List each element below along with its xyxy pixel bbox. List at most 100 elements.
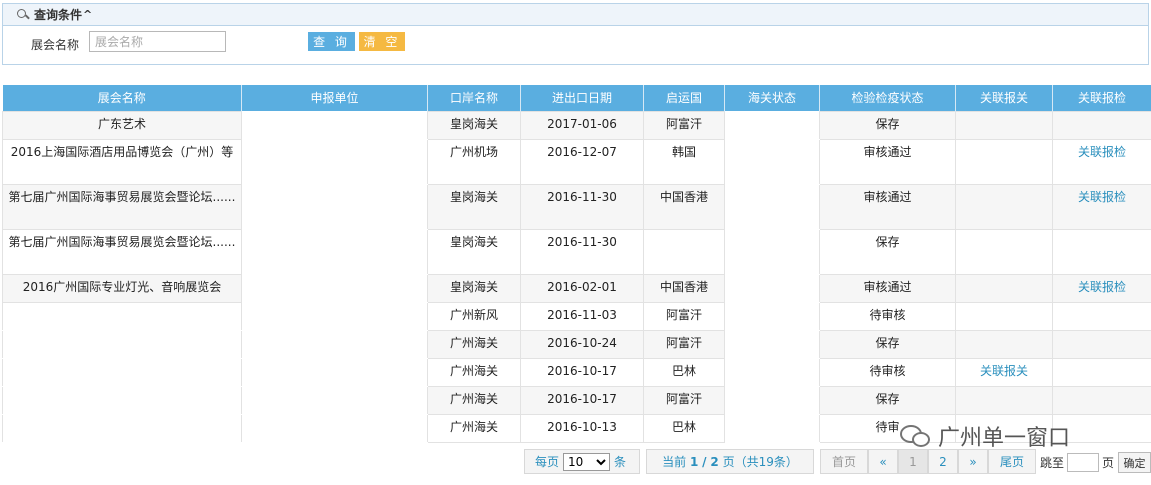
confirm-jump-button[interactable]: 确定 [1118,452,1151,473]
page-separator: / [702,454,707,469]
cell-country: 中国香港 [643,273,725,303]
page-1-button[interactable]: 1 [898,449,928,474]
wechat-icon [900,423,934,449]
cell-port: 广州海关 [427,329,521,359]
cell-declaring-unit [241,273,428,303]
current-page: 1 [689,454,699,469]
prev-page-button[interactable]: « [868,449,898,474]
cell-link-customs[interactable] [955,110,1053,140]
cell-date: 2016-11-30 [520,228,644,275]
column-header[interactable]: 进出口日期 [520,85,644,111]
cell-country: 阿富汗 [643,110,725,140]
table-row[interactable]: 第七届广州国际海事贸易展览会暨论坛...... 皇岗海关 2016-11-30 … [2,228,1151,275]
column-header[interactable]: 展会名称 [2,85,242,111]
cell-inspection-status: 审核通过 [819,273,956,303]
cell-exhibition-name: 第七届广州国际海事贸易展览会暨论坛...... [2,183,242,230]
cell-date: 2016-10-24 [520,329,644,359]
cell-link-inspection[interactable] [1052,301,1151,331]
page-2-button[interactable]: 2 [928,449,958,474]
next-page-button[interactable]: » [958,449,988,474]
cell-link-customs[interactable] [955,301,1053,331]
column-header[interactable]: 关联报检 [1052,85,1151,111]
cell-declaring-unit [241,413,428,443]
cell-link-inspection[interactable] [1052,228,1151,275]
cell-exhibition-name [2,385,242,415]
exhibition-name-label: 展会名称 [31,38,80,52]
cell-port: 广州机场 [427,138,521,185]
column-header[interactable]: 申报单位 [241,85,428,111]
table-row[interactable]: 广州海关 2016-10-17 巴林 待审核 关联报关 [2,357,1151,387]
cell-exhibition-name [2,301,242,331]
cell-port: 广州新风 [427,301,521,331]
clear-button[interactable]: 清 空 [359,32,405,51]
cell-link-inspection[interactable]: 关联报检 [1052,273,1151,303]
cell-country: 阿富汗 [643,329,725,359]
chevron-up-icon[interactable]: ^ [83,8,92,21]
cell-link-customs[interactable] [955,385,1053,415]
cell-exhibition-name [2,357,242,387]
cell-port: 广州海关 [427,413,521,443]
cell-customs-status [724,110,820,140]
table-header-row: 展会名称 申报单位 口岸名称 进出口日期 启运国 海关状态 检验检疫状态 关联报… [2,85,1151,111]
cell-exhibition-name: 第七届广州国际海事贸易展览会暨论坛...... [2,228,242,275]
cell-customs-status [724,385,820,415]
cell-link-inspection[interactable]: 关联报检 [1052,138,1151,185]
page-info: 当前 1 / 2 页 （共19条） [646,449,814,474]
cell-inspection-status: 保存 [819,110,956,140]
cell-link-customs[interactable] [955,273,1053,303]
query-header[interactable]: 查询条件 ^ [3,4,1148,26]
exhibition-name-input[interactable] [89,31,226,52]
table-row[interactable]: 广州海关 2016-10-17 阿富汗 保存 [2,385,1151,415]
cell-declaring-unit [241,183,428,230]
table-row[interactable]: 广州新风 2016-11-03 阿富汗 待审核 [2,301,1151,331]
cell-inspection-status: 审核通过 [819,183,956,230]
cell-inspection-status: 保存 [819,385,956,415]
cell-exhibition-name: 2016广州国际专业灯光、音响展览会 [2,273,242,303]
table-row[interactable]: 广州海关 2016-10-24 阿富汗 保存 [2,329,1151,359]
cell-customs-status [724,273,820,303]
cell-link-customs[interactable] [955,329,1053,359]
last-page-button[interactable]: 尾页 [988,449,1036,474]
column-header[interactable]: 关联报关 [955,85,1053,111]
cell-link-inspection[interactable] [1052,357,1151,387]
cell-port: 广州海关 [427,357,521,387]
cell-link-customs[interactable] [955,138,1053,185]
table-row[interactable]: 2016上海国际酒店用品博览会（广州）等 广州机场 2016-12-07 韩国 … [2,138,1151,185]
cell-date: 2016-02-01 [520,273,644,303]
jump-prefix: 跳至 [1040,456,1065,470]
column-header[interactable]: 口岸名称 [427,85,521,111]
cell-link-inspection[interactable]: 关联报检 [1052,183,1151,230]
cell-port: 广州海关 [427,385,521,415]
table-row[interactable]: 第七届广州国际海事贸易展览会暨论坛...... 皇岗海关 2016-11-30 … [2,183,1151,230]
cell-link-inspection[interactable] [1052,385,1151,415]
page-size-select[interactable]: 10 [563,452,611,471]
cell-port: 皇岗海关 [427,110,521,140]
cell-link-customs[interactable] [955,228,1053,275]
cell-customs-status [724,228,820,275]
cell-date: 2016-12-07 [520,138,644,185]
cell-date: 2016-11-30 [520,183,644,230]
page-word: 页 [722,455,735,469]
column-header[interactable]: 海关状态 [724,85,820,111]
first-page-button[interactable]: 首页 [820,449,868,474]
cell-link-customs[interactable] [955,183,1053,230]
cell-customs-status [724,413,820,443]
cell-customs-status [724,329,820,359]
cell-declaring-unit [241,385,428,415]
watermark: 广州单一窗口 [900,420,1070,452]
search-button[interactable]: 查 询 [308,32,355,51]
page-size-control: 每页 10 条 [524,449,640,474]
column-header[interactable]: 检验检疫状态 [819,85,956,111]
jump-page-input[interactable] [1067,453,1099,472]
cell-date: 2016-10-17 [520,385,644,415]
cell-link-inspection[interactable] [1052,110,1151,140]
table-row[interactable]: 2016广州国际专业灯光、音响展览会 皇岗海关 2016-02-01 中国香港 … [2,273,1151,303]
cell-customs-status [724,138,820,185]
table-row[interactable]: 广东艺术 皇岗海关 2017-01-06 阿富汗 保存 [2,110,1151,140]
column-header[interactable]: 启运国 [643,85,725,111]
cell-link-customs[interactable]: 关联报关 [955,357,1053,387]
cell-exhibition-name: 广东艺术 [2,110,242,140]
cell-exhibition-name [2,329,242,359]
cell-link-inspection[interactable] [1052,329,1151,359]
query-panel: 查询条件 ^ 展会名称 查 询 清 空 [2,3,1149,65]
